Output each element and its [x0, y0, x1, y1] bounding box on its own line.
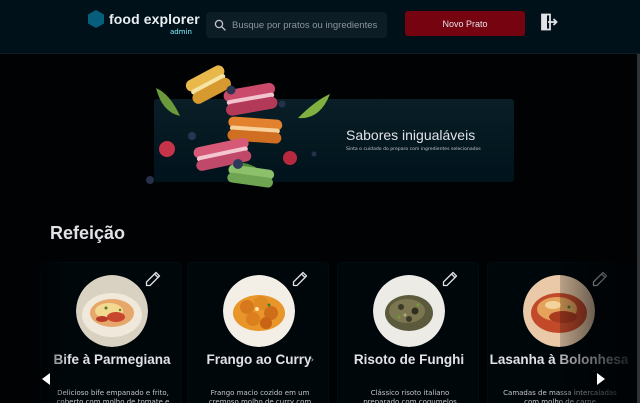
dish-image[interactable] — [373, 275, 445, 347]
dish-description: Clássico risoto italiano preparado com c… — [363, 389, 457, 403]
chevron-right-icon[interactable]: › — [311, 355, 314, 364]
dish-card[interactable]: Frango ao Curry › Frango macio cozido em… — [187, 262, 329, 403]
top-header: food explorer admin Novo Prato — [0, 0, 640, 54]
dish-image[interactable] — [76, 275, 148, 347]
dish-image[interactable] — [523, 275, 595, 347]
brand-role-label: admin — [170, 28, 192, 36]
dish-description: Camadas de massa intercaladas com molho … — [503, 389, 617, 403]
dish-name[interactable]: Bife à Parmegiana — [41, 352, 181, 367]
brand-name: food explorer — [109, 11, 200, 27]
carousel-next-arrow-icon[interactable] — [595, 372, 607, 386]
edit-pencil-icon[interactable] — [145, 271, 161, 287]
dish-name[interactable]: Lasanha à Bolonhesa — [488, 352, 628, 367]
banner-subtitle: Sinta o cuidado do preparo com ingredien… — [346, 147, 481, 152]
dish-name[interactable]: Risoto de Funghi — [338, 352, 478, 367]
search-icon — [214, 19, 226, 31]
section-title-meals: Refeição — [50, 223, 126, 243]
chevron-right-icon[interactable]: › — [611, 355, 614, 364]
chevron-right-icon[interactable]: › — [164, 355, 167, 364]
search-box[interactable] — [206, 12, 387, 38]
sign-out-icon[interactable] — [540, 13, 558, 31]
dish-description: Delicioso bife empanado e frito, coberto… — [56, 389, 170, 403]
new-dish-button[interactable]: Novo Prato — [405, 11, 525, 36]
hexagon-logo-icon — [88, 10, 104, 28]
edit-pencil-icon[interactable] — [442, 271, 458, 287]
dish-card[interactable]: Lasanha à Bolonhesa › Camadas de massa i… — [487, 262, 629, 403]
chevron-right-icon[interactable]: › — [461, 355, 464, 364]
dish-card[interactable]: Bife à Parmegiana › Delicioso bife empan… — [40, 262, 182, 403]
dish-image[interactable] — [223, 275, 295, 347]
edit-pencil-icon[interactable] — [592, 271, 608, 287]
edit-pencil-icon[interactable] — [292, 271, 308, 287]
carousel-prev-arrow-icon[interactable] — [40, 372, 52, 386]
banner-title: Sabores inigualáveis — [346, 127, 476, 143]
dish-description: Frango macio cozido em um cremoso molho … — [208, 389, 312, 403]
dish-card[interactable]: Risoto de Funghi › Clássico risoto itali… — [337, 262, 479, 403]
dish-name[interactable]: Frango ao Curry — [188, 352, 328, 367]
search-input[interactable] — [232, 16, 382, 34]
macarons-illustration — [146, 65, 330, 188]
